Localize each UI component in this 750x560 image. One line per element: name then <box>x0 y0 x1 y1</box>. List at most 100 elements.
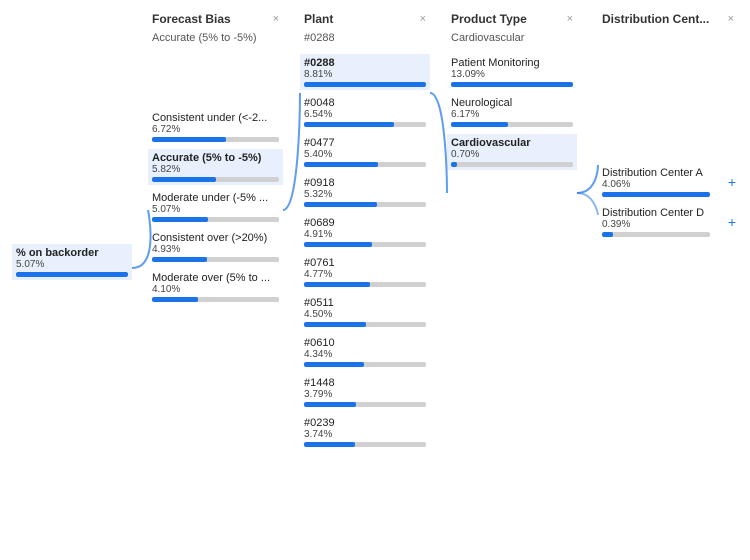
product-item-0[interactable]: Patient Monitoring 13.09% <box>447 54 577 90</box>
plant-bar-track-9 <box>304 442 426 447</box>
forecast-bar-fill-2 <box>152 217 208 222</box>
forecast-item-1-label: Accurate (5% to -5%) <box>152 152 279 164</box>
forecast-item-2[interactable]: Moderate under (-5% ... 5.07% <box>148 189 283 225</box>
forecast-item-4[interactable]: Moderate over (5% to ... 4.10% <box>148 269 283 305</box>
forecast-bar-track-3 <box>152 257 279 262</box>
forecast-item-0-label: Consistent under (<-2... <box>152 112 279 124</box>
product-item-1-pct: 6.17% <box>451 109 573 120</box>
forecast-bar-fill-4 <box>152 297 198 302</box>
forecast-bar-track-4 <box>152 297 279 302</box>
forecast-column: Forecast Bias × Accurate (5% to -5%) Con… <box>148 0 283 309</box>
product-items: Patient Monitoring 13.09% Neurological 6… <box>447 50 577 174</box>
plant-bar-fill-6 <box>304 322 366 327</box>
plant-item-8[interactable]: #1448 3.79% <box>300 374 430 410</box>
plant-title: Plant <box>304 12 333 26</box>
product-item-1[interactable]: Neurological 6.17% <box>447 94 577 130</box>
forecast-item-4-label: Moderate over (5% to ... <box>152 272 279 284</box>
product-bar-fill-1 <box>451 122 508 127</box>
forecast-header: Forecast Bias × <box>148 0 283 32</box>
product-item-2-label: Cardiovascular <box>451 137 573 149</box>
dist-title: Distribution Cent... <box>602 12 709 26</box>
dist-bar-track-0 <box>602 192 710 197</box>
forecast-bar-track-2 <box>152 217 279 222</box>
plant-bar-track-5 <box>304 282 426 287</box>
plant-bar-track-2 <box>304 162 426 167</box>
plant-item-1[interactable]: #0048 6.54% <box>300 94 430 130</box>
plant-close-icon[interactable]: × <box>420 13 426 25</box>
plant-item-4[interactable]: #0689 4.91% <box>300 214 430 250</box>
plant-item-5-pct: 4.77% <box>304 269 426 280</box>
plant-item-1-pct: 6.54% <box>304 109 426 120</box>
dist-bar-track-1 <box>602 232 710 237</box>
forecast-item-1[interactable]: Accurate (5% to -5%) 5.82% <box>148 149 283 185</box>
product-close-icon[interactable]: × <box>567 13 573 25</box>
plant-bar-track-6 <box>304 322 426 327</box>
root-bar-track <box>16 272 128 277</box>
plant-item-7-label: #0610 <box>304 337 426 349</box>
plant-bar-fill-4 <box>304 242 372 247</box>
plant-bar-fill-7 <box>304 362 364 367</box>
forecast-item-2-pct: 5.07% <box>152 204 279 215</box>
root-items: % on backorder 5.07% <box>12 240 132 284</box>
plant-item-5[interactable]: #0761 4.77% <box>300 254 430 290</box>
forecast-bar-track-1 <box>152 177 279 182</box>
dist-item-0-plus[interactable]: + <box>728 174 736 190</box>
dist-bar-fill-0 <box>602 192 710 197</box>
product-bar-track-0 <box>451 82 573 87</box>
product-header: Product Type × <box>447 0 577 32</box>
plant-bar-fill-1 <box>304 122 394 127</box>
dist-column: Distribution Cent... × Distribution Cent… <box>598 0 738 244</box>
plant-bar-fill-2 <box>304 162 378 167</box>
dist-item-1[interactable]: Distribution Center D 0.39% + <box>598 204 738 240</box>
root-column: % on backorder 5.07% <box>12 240 132 284</box>
root-item[interactable]: % on backorder 5.07% <box>12 244 132 280</box>
forecast-bar-fill-0 <box>152 137 226 142</box>
plant-item-6[interactable]: #0511 4.50% <box>300 294 430 330</box>
forecast-item-3[interactable]: Consistent over (>20%) 4.93% <box>148 229 283 265</box>
dist-items: Distribution Center A 4.06% + Distributi… <box>598 160 738 244</box>
plant-item-0-pct: 8.81% <box>304 69 426 80</box>
forecast-bar-track-0 <box>152 137 279 142</box>
root-item-label: % on backorder <box>16 247 128 259</box>
plant-bar-fill-9 <box>304 442 355 447</box>
product-bar-track-1 <box>451 122 573 127</box>
dist-item-1-plus[interactable]: + <box>728 214 736 230</box>
plant-item-9-label: #0239 <box>304 417 426 429</box>
forecast-close-icon[interactable]: × <box>273 13 279 25</box>
dist-item-0[interactable]: Distribution Center A 4.06% + <box>598 164 738 200</box>
plant-item-9[interactable]: #0239 3.74% <box>300 414 430 450</box>
forecast-item-0[interactable]: Consistent under (<-2... 6.72% <box>148 109 283 145</box>
product-bar-fill-0 <box>451 82 573 87</box>
plant-bar-track-7 <box>304 362 426 367</box>
dist-item-1-label: Distribution Center D <box>602 207 710 219</box>
forecast-item-2-label: Moderate under (-5% ... <box>152 192 279 204</box>
forecast-subtitle: Accurate (5% to -5%) <box>148 32 283 50</box>
plant-item-5-label: #0761 <box>304 257 426 269</box>
plant-item-4-label: #0689 <box>304 217 426 229</box>
plant-subtitle: #0288 <box>300 32 430 50</box>
plant-item-7[interactable]: #0610 4.34% <box>300 334 430 370</box>
plant-bar-track-1 <box>304 122 426 127</box>
forecast-item-3-label: Consistent over (>20%) <box>152 232 279 244</box>
root-item-pct: 5.07% <box>16 259 128 270</box>
dist-close-icon[interactable]: × <box>728 13 734 25</box>
plant-bar-track-8 <box>304 402 426 407</box>
product-item-2[interactable]: Cardiovascular 0.70% <box>447 134 577 170</box>
plant-item-3-pct: 5.32% <box>304 189 426 200</box>
product-bar-track-2 <box>451 162 573 167</box>
plant-item-2[interactable]: #0477 5.40% <box>300 134 430 170</box>
product-bar-fill-2 <box>451 162 457 167</box>
plant-item-3[interactable]: #0918 5.32% <box>300 174 430 210</box>
plant-item-0[interactable]: #0288 8.81% <box>300 54 430 90</box>
plant-item-1-label: #0048 <box>304 97 426 109</box>
plant-items: #0288 8.81% #0048 6.54% #0477 5.40% <box>300 50 430 454</box>
plant-item-7-pct: 4.34% <box>304 349 426 360</box>
product-item-0-pct: 13.09% <box>451 69 573 80</box>
plant-item-6-label: #0511 <box>304 297 426 309</box>
forecast-title: Forecast Bias <box>152 12 231 26</box>
plant-bar-fill-0 <box>304 82 426 87</box>
forecast-item-0-pct: 6.72% <box>152 124 279 135</box>
forecast-bar-fill-1 <box>152 177 216 182</box>
plant-bar-fill-5 <box>304 282 370 287</box>
plant-bar-fill-3 <box>304 202 377 207</box>
